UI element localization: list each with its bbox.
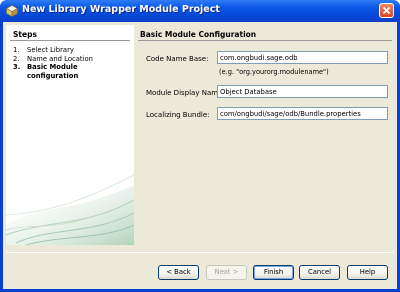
close-icon xyxy=(382,6,391,15)
content-title: Basic Module Configuration xyxy=(140,30,257,39)
step-number: 3. xyxy=(13,63,21,72)
steps-title: Steps xyxy=(13,30,37,39)
back-button[interactable]: < Back xyxy=(158,265,199,280)
finish-button[interactable]: Finish xyxy=(253,265,294,280)
content-divider xyxy=(138,40,392,41)
step-label: Basic Module configuration xyxy=(27,63,79,80)
window-title: New Library Wrapper Module Project xyxy=(22,4,220,15)
steps-divider xyxy=(10,40,130,41)
cancel-button[interactable]: Cancel xyxy=(299,265,340,280)
step-item-basic-module-configuration: 3. Basic Module configuration xyxy=(13,63,131,80)
step-label: Select Library xyxy=(27,46,74,54)
localizing-bundle-input[interactable] xyxy=(217,107,388,120)
step-item-name-and-location: 2. Name and Location xyxy=(13,55,131,64)
code-name-base-label: Code Name Base: xyxy=(146,55,209,63)
button-bar-divider xyxy=(6,252,394,253)
localizing-bundle-label: Localizing Bundle: xyxy=(146,111,210,119)
steps-list: 1. Select Library 2. Name and Location 3… xyxy=(13,46,131,80)
step-number: 1. xyxy=(13,46,20,54)
next-button[interactable]: Next > xyxy=(206,265,247,280)
close-button[interactable] xyxy=(379,3,394,18)
step-number: 2. xyxy=(13,54,20,63)
module-display-name-input[interactable] xyxy=(217,85,388,98)
decorative-swirl-graphic xyxy=(6,174,134,245)
step-item-select-library: 1. Select Library xyxy=(13,46,131,55)
dialog-window: New Library Wrapper Module Project Steps… xyxy=(0,0,400,292)
configuration-panel: Basic Module Configuration Code Name Bas… xyxy=(136,25,394,245)
dialog-client-area: Steps 1. Select Library 2. Name and Loca… xyxy=(3,22,397,289)
code-name-base-input[interactable] xyxy=(217,51,388,64)
title-bar[interactable]: New Library Wrapper Module Project xyxy=(0,0,400,22)
step-label: Name and Location xyxy=(27,54,93,63)
code-name-base-hint: (e.g. "org.yourorg.modulename") xyxy=(219,68,329,76)
app-icon xyxy=(5,5,19,18)
steps-panel: Steps 1. Select Library 2. Name and Loca… xyxy=(6,25,134,245)
module-display-name-label: Module Display Name: xyxy=(146,89,225,97)
help-button[interactable]: Help xyxy=(347,265,388,280)
